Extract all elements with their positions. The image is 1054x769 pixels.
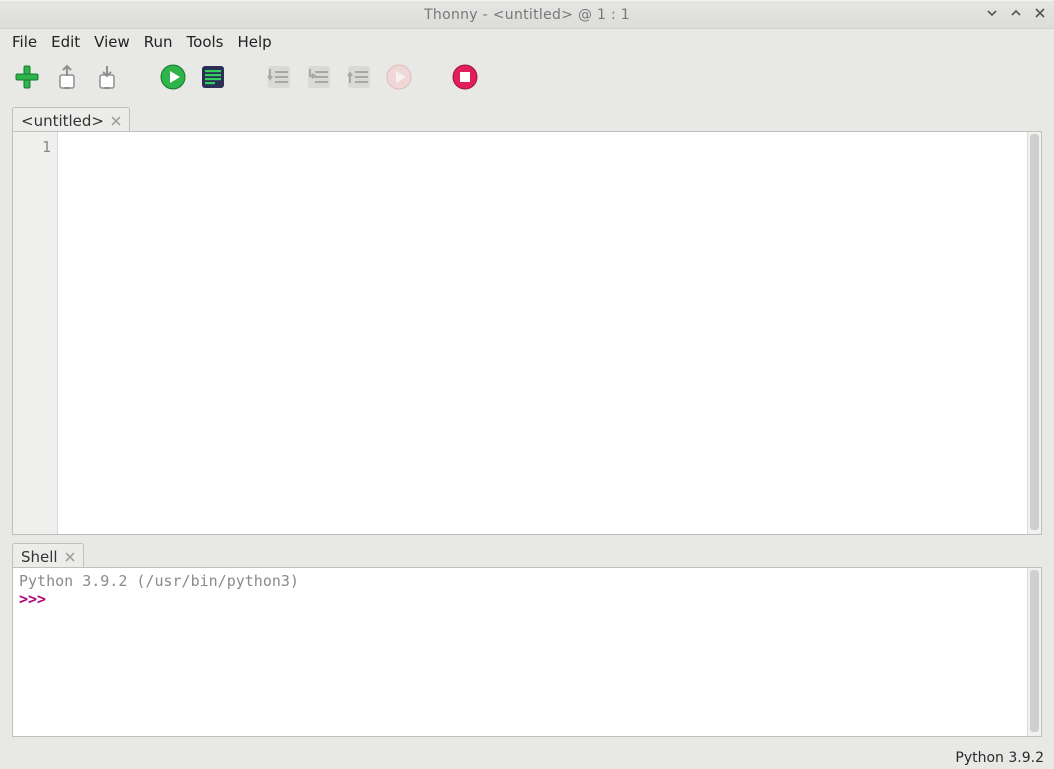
- shell-tab-label: Shell: [21, 548, 58, 566]
- menu-run[interactable]: Run: [138, 31, 179, 53]
- step-over-icon: [265, 63, 293, 91]
- shell-tab-close-button[interactable]: [63, 550, 77, 564]
- editor-tab-label: <untitled>: [21, 112, 104, 130]
- window-title: Thonny - <untitled> @ 1 : 1: [424, 7, 630, 23]
- editor-scrollbar[interactable]: [1027, 132, 1041, 534]
- new-file-button[interactable]: [12, 62, 42, 92]
- editor-tab-close-button[interactable]: [109, 114, 123, 128]
- step-into-button[interactable]: [304, 62, 334, 92]
- window-minimize-button[interactable]: [1008, 5, 1024, 21]
- save-file-button[interactable]: [92, 62, 122, 92]
- status-interpreter[interactable]: Python 3.9.2: [955, 750, 1044, 766]
- chevron-up-icon: [1010, 7, 1022, 19]
- menu-view[interactable]: View: [88, 31, 136, 53]
- step-out-icon: [345, 63, 373, 91]
- play-icon: [159, 63, 187, 91]
- editor-tab-untitled[interactable]: <untitled>: [12, 107, 130, 131]
- titlebar: Thonny - <untitled> @ 1 : 1: [0, 0, 1054, 29]
- step-out-button[interactable]: [344, 62, 374, 92]
- line-number: 1: [13, 138, 51, 156]
- step-into-icon: [305, 63, 333, 91]
- chevron-down-icon: [986, 7, 998, 19]
- stop-button[interactable]: [450, 62, 480, 92]
- editor-tabstrip: <untitled>: [12, 105, 1042, 131]
- resume-button[interactable]: [384, 62, 414, 92]
- shell-tabstrip: Shell: [12, 541, 1042, 567]
- menu-file[interactable]: File: [6, 31, 43, 53]
- window-close-button[interactable]: [1032, 5, 1048, 21]
- shell-prompt: >>>: [19, 590, 55, 608]
- shell-body: Python 3.9.2 (/usr/bin/python3) >>>: [12, 567, 1042, 737]
- open-icon: [53, 63, 81, 91]
- window-menu-button[interactable]: [984, 5, 1000, 21]
- editor-body: 1: [12, 131, 1042, 535]
- menu-edit[interactable]: Edit: [45, 31, 86, 53]
- open-file-button[interactable]: [52, 62, 82, 92]
- shell-pane: Shell Python 3.9.2 (/usr/bin/python3) >>…: [12, 541, 1042, 737]
- editor-scrollbar-thumb[interactable]: [1030, 134, 1039, 530]
- close-icon: [65, 552, 75, 562]
- editor-pane: <untitled> 1: [12, 105, 1042, 535]
- stop-icon: [451, 63, 479, 91]
- step-over-button[interactable]: [264, 62, 294, 92]
- statusbar: Python 3.9.2: [0, 747, 1054, 769]
- editor-gutter: 1: [13, 132, 58, 534]
- toolbar: [0, 55, 1054, 99]
- debug-icon: [199, 63, 227, 91]
- window-controls: [984, 5, 1048, 21]
- debug-button[interactable]: [198, 62, 228, 92]
- run-button[interactable]: [158, 62, 188, 92]
- shell-banner: Python 3.9.2 (/usr/bin/python3): [19, 572, 299, 590]
- menubar: File Edit View Run Tools Help: [0, 29, 1054, 55]
- shell-scrollbar[interactable]: [1027, 568, 1041, 736]
- close-icon: [111, 116, 121, 126]
- save-icon: [93, 63, 121, 91]
- shell-tab[interactable]: Shell: [12, 543, 84, 567]
- menu-help[interactable]: Help: [232, 31, 278, 53]
- code-editor[interactable]: [58, 132, 1027, 534]
- shell-terminal[interactable]: Python 3.9.2 (/usr/bin/python3) >>>: [13, 568, 1027, 736]
- menu-tools[interactable]: Tools: [181, 31, 230, 53]
- close-icon: [1034, 7, 1046, 19]
- plus-icon: [13, 63, 41, 91]
- shell-scrollbar-thumb[interactable]: [1030, 570, 1039, 732]
- resume-icon: [385, 63, 413, 91]
